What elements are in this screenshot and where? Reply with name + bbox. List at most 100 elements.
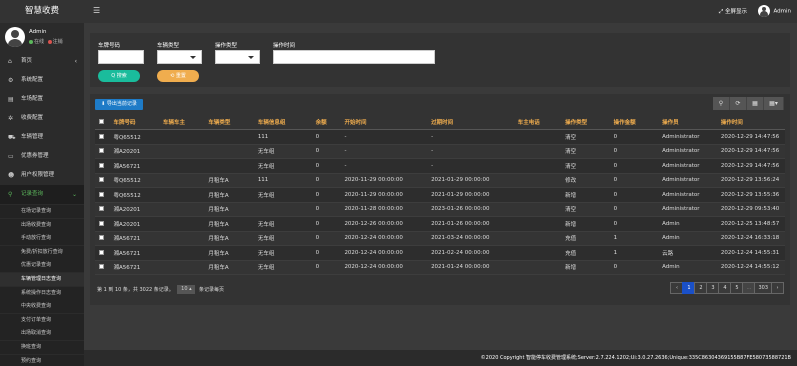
sidebar-subitem[interactable]: 车辆管理日志查询 [0,273,84,286]
row-checkbox[interactable] [99,133,104,139]
table-row[interactable]: 粤Q65512 月租车A 111 0 2020-11-29 00:00:00 2021-0… [95,173,785,188]
vehicle-type-select[interactable] [157,50,202,64]
column-header[interactable]: 操作员 [658,115,717,130]
table-cell: 充值 [561,231,610,246]
table-cell [513,216,562,232]
table-cell: 2020-12-29 13:56:24 [716,173,785,188]
sidebar-item-2[interactable]: ▤ 车场配置 [0,90,84,109]
row-checkbox[interactable] [99,206,104,212]
column-header[interactable]: 余额 [311,115,341,130]
sidebar-item-0[interactable]: ⌂ 首页 ‹ [0,52,84,71]
top-user-menu[interactable]: Admin [758,5,791,18]
table-row[interactable]: 湘A20201 月租车A 无车组 0 2020-12-26 00:00:00 2021-0… [95,216,785,232]
table-cell: - [340,144,428,159]
sidebar-subitem[interactable]: 中央收费查询 [0,300,84,314]
avatar[interactable] [5,27,25,47]
row-select-cell [95,216,110,232]
table-cell: 0 [311,245,341,261]
reset-button[interactable]: ⟲ 重置 [157,70,199,82]
sidebar-item-1[interactable]: ⚙ 系统配置 [0,71,84,90]
table-cell: 月租车A [204,245,254,261]
row-checkbox[interactable] [99,220,104,226]
export-current-button[interactable]: ⬇ 导出当前记录 [95,99,143,110]
sidebar-item-4[interactable]: ⛟ 车辆管理 [0,128,84,147]
operation-type-select[interactable] [215,50,260,64]
sidebar-subitem[interactable]: 手动放行查询 [0,232,84,246]
table-row[interactable]: 粤Q65512 111 0- - 清空 0 Administrator 2020-12-29 … [95,129,785,145]
column-header[interactable]: 车辆车主 [158,115,205,130]
user-name: Admin [29,29,47,35]
column-header[interactable]: 开始时间 [340,115,428,130]
sidebar-item-6[interactable]: ☻ 用户权限管理 [0,166,84,185]
sidebar-subitem[interactable]: 在场记录查询 [0,205,84,218]
plate-input[interactable] [98,50,144,64]
next-page-button[interactable]: › [771,282,784,294]
column-header[interactable]: 车辆类型 [204,115,254,130]
select-all-checkbox[interactable] [99,119,104,124]
table-cell: 湘A20201 [109,144,159,159]
sidebar-subitem[interactable]: 免费/折扣放行查询 [0,245,84,259]
operation-type-label: 操作类型 [215,43,238,49]
home-icon: ⌂ [8,58,12,65]
table-row[interactable]: 湘A20201 无车组 0- - 清空 0 Administrator 2020-12-29 … [95,144,785,159]
pagination: ‹ 1 2 3 4 5... 303 › [670,282,784,294]
search-button[interactable]: Q 搜索 [98,70,140,82]
table-cell: 2021-01-29 00:00:00 [427,187,514,203]
pagination-info: 第 1 到 10 条，共 3022 条记录。 10 ▴ 条记录每页 [97,285,225,294]
table-cell: 湘A20201 [109,202,159,217]
row-checkbox[interactable] [99,249,104,255]
sidebar-subitem[interactable]: 支付订单查询 [0,313,84,327]
sidebar-subitem[interactable]: 出场取消查询 [0,327,84,341]
sidebar-subitem[interactable]: 换班查询 [0,341,84,354]
page-size-select[interactable]: 10 ▴ [177,285,196,294]
table-cell: 2021-01-26 00:00:00 [427,216,514,232]
table-cell: 0 [311,202,341,217]
table-cell: 0 [311,216,341,232]
column-header[interactable]: 车辆信息组 [253,115,312,130]
row-checkbox[interactable] [99,162,104,168]
column-header[interactable]: 操作金额 [609,115,659,130]
menu-toggle-icon[interactable]: ☰ [93,6,100,15]
table-row[interactable]: 粤Q65512 月租车A 无车组 0 2020-11-29 00:00:00 2021-0… [95,187,785,203]
sidebar-subitem[interactable]: 出场收费查询 [0,218,84,232]
table-cell: 2020-12-24 00:00:00 [340,245,428,261]
sidebar-item-7[interactable]: ⚲ 记录查询 ⌄ [0,185,84,204]
search-icon[interactable]: ⚲ [713,97,730,110]
table-cell [158,173,205,188]
table-row[interactable]: 湘A56721 月租车A 无车组 0 2020-12-24 00:00:00 2021-0… [95,231,785,246]
page-button[interactable]: 303 [754,282,772,294]
refresh-icon[interactable]: ⟳ [730,97,747,110]
row-checkbox[interactable] [99,264,104,270]
table-cell: 湘A56721 [109,245,159,261]
row-select-cell [95,245,110,261]
export-dropdown-icon[interactable]: ▦▾ [764,97,784,110]
row-checkbox[interactable] [99,235,104,241]
column-header[interactable]: 操作时间 [716,115,785,130]
columns-icon[interactable]: ▦ [747,97,764,110]
table-row[interactable]: 湘A20201 月租车A 0 2020-11-28 00:00:00 2023-01-2… [95,202,785,217]
table-cell: 清空 [561,144,610,159]
table-row[interactable]: 湘A56721 无车组 0- - 清空 0 Administrator 2020-12-29 … [95,158,785,174]
column-header[interactable]: 操作类型 [561,115,610,130]
row-checkbox[interactable] [99,148,104,154]
table-row[interactable]: 湘A56721 月租车A 无车组 0 2020-12-24 00:00:00 2021-0… [95,260,785,275]
fullscreen-button[interactable]: ⤢ 全屏显示 [719,7,747,16]
sidebar-subitem[interactable]: 系统操作日志查询 [0,286,84,300]
row-checkbox[interactable] [99,191,104,197]
table-row[interactable]: 湘A56721 月租车A 无车组 0 2020-12-24 00:00:00 2021-0… [95,245,785,261]
sidebar-subitem[interactable]: 优惠记录查询 [0,259,84,273]
sidebar-item-3[interactable]: ✲ 收费配置 [0,109,84,128]
chevron-down-icon: ⌄ [71,191,77,198]
sidebar-subitem[interactable]: 预约查询 [0,354,84,366]
users-icon: ☻ [8,172,15,179]
plate-label: 车牌号码 [98,43,121,49]
table-cell: Administrator [658,144,717,159]
column-header[interactable]: 车主电话 [513,115,562,130]
logout-link[interactable]: 注销 [53,39,63,45]
row-select-cell [95,173,110,188]
row-checkbox[interactable] [99,177,104,183]
operation-time-input[interactable] [273,50,435,64]
column-header[interactable]: 过期时间 [427,115,514,130]
sidebar-item-5[interactable]: ▭ 优惠券管理 [0,147,84,166]
column-header[interactable]: 车牌号码 [109,115,159,130]
